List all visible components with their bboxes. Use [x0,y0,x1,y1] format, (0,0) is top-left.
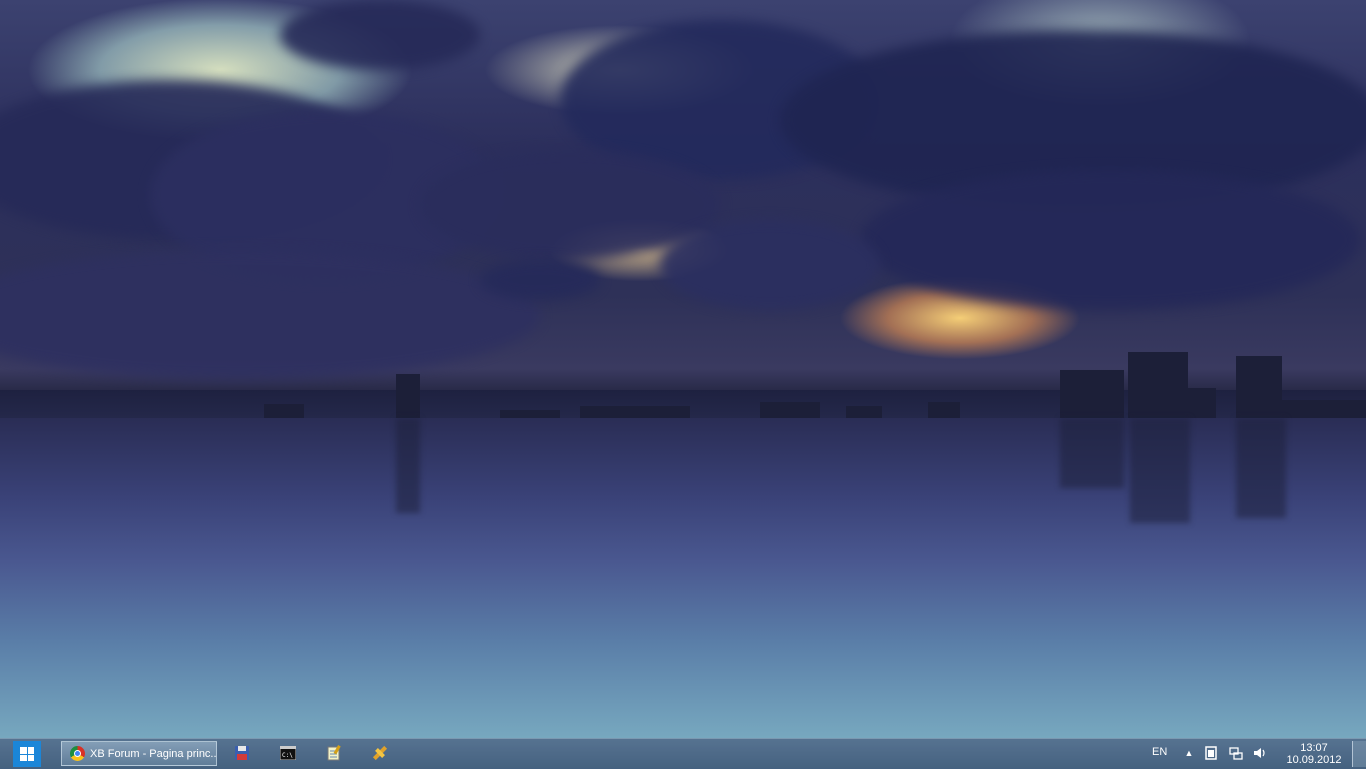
network-icon[interactable] [1229,746,1243,760]
command-prompt-icon: C:\ [280,746,296,760]
city-skyline [0,352,1366,420]
pinned-save-app[interactable] [233,744,251,762]
pinned-command-prompt[interactable]: C:\ [279,744,297,762]
taskbar-item-chrome[interactable]: XB Forum - Pagina princ... [61,741,217,766]
clock-time: 13:07 [1300,742,1328,754]
show-hidden-icons-icon[interactable]: ▲ [1182,746,1196,760]
pinned-tools-app[interactable] [371,744,389,762]
tools-icon [372,745,388,761]
language-indicator[interactable]: EN [1152,746,1167,758]
system-clock[interactable]: 13:07 10.09.2012 [1283,742,1345,766]
taskbar: XB Forum - Pagina princ... C:\ EN ▲ 13:0… [0,738,1366,769]
windows-logo-icon [20,747,34,761]
notepad-icon [327,745,341,761]
clock-date: 10.09.2012 [1286,754,1342,766]
desktop-wallpaper [0,0,1366,738]
pinned-notepad[interactable] [325,744,343,762]
show-desktop-button[interactable] [1352,741,1366,767]
water-reflection [0,418,1366,738]
volume-icon[interactable] [1253,746,1267,760]
start-button[interactable] [13,741,41,767]
chrome-icon [70,746,85,761]
taskbar-item-label: XB Forum - Pagina princ... [90,747,217,760]
svg-text:C:\: C:\ [282,752,293,759]
save-floppy-icon [235,746,249,760]
action-center-icon[interactable] [1204,746,1218,760]
